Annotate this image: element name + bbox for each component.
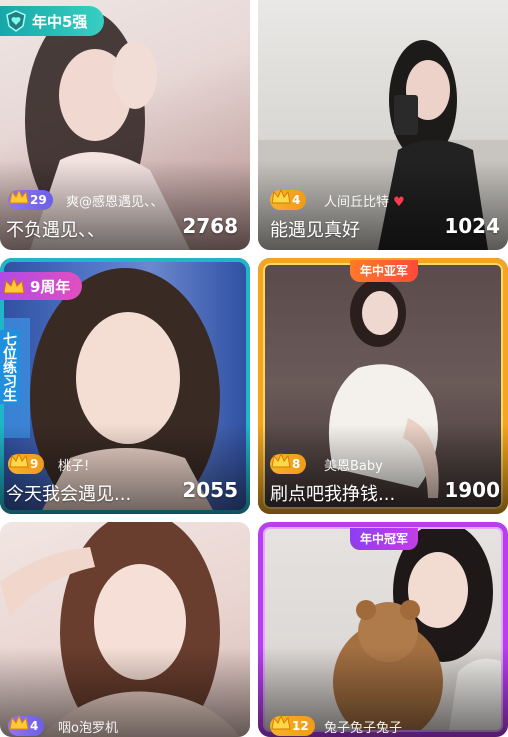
live-card-4[interactable]: 年中亚军 8 美恩Baby 刷点吧我挣钱... 1900 — [258, 258, 508, 514]
crown-icon — [270, 450, 292, 472]
live-card-5[interactable]: 4 咽o泡罗机 — [0, 522, 250, 737]
streamer-nickname: 人间丘比特 ♥ — [324, 195, 405, 210]
side-vertical-label: 七位练习生 — [0, 330, 20, 404]
streamer-nickname: 桃子! — [58, 459, 90, 474]
level-badge: 4 — [8, 714, 45, 736]
stream-title: 能遇见真好 — [270, 220, 360, 241]
level-badge: 9 — [8, 452, 45, 474]
year-top5-badge: 年中5强 — [0, 6, 104, 36]
live-card-1[interactable]: 年中5强 29 爽@感恩遇见、、 不负遇见、、 2768 — [0, 0, 250, 250]
viewer-count: 1024 — [444, 214, 500, 238]
streamer-nickname: 爽@感恩遇见、、 — [66, 195, 164, 210]
streamer-nickname: 美恩Baby — [324, 459, 383, 474]
crown-icon — [8, 450, 30, 472]
stream-title: 今天我会遇见... — [6, 484, 132, 505]
crown-icon — [8, 186, 30, 208]
crown-icon — [2, 274, 26, 298]
crown-icon — [270, 186, 292, 208]
crown-icon — [8, 712, 30, 734]
stream-title: 刷点吧我挣钱... — [270, 484, 396, 505]
viewer-count: 2055 — [182, 478, 238, 502]
level-badge: 12 — [270, 714, 315, 736]
runnerup-banner: 年中亚军 — [350, 260, 418, 282]
viewer-count: 2768 — [182, 214, 238, 238]
level-badge: 4 — [270, 188, 307, 210]
live-card-3[interactable]: 9周年 七位练习生 9 桃子! 今天我会遇见... 2055 — [0, 258, 250, 514]
viewer-count: 1900 — [444, 478, 500, 502]
live-card-2[interactable]: 4 人间丘比特 ♥ 能遇见真好 1024 — [258, 0, 508, 250]
heart-icon: ♥ — [393, 195, 405, 210]
heart-shield-icon — [4, 9, 28, 33]
champion-banner: 年中冠军 — [350, 528, 418, 550]
level-badge: 8 — [270, 452, 307, 474]
crown-icon — [270, 712, 292, 734]
stream-title: 不负遇见、、 — [6, 220, 105, 241]
anniversary-badge: 9周年 — [0, 272, 82, 300]
live-card-6[interactable]: 年中冠军 12 兔子兔子兔子 — [258, 522, 508, 737]
level-badge: 29 — [8, 188, 53, 210]
